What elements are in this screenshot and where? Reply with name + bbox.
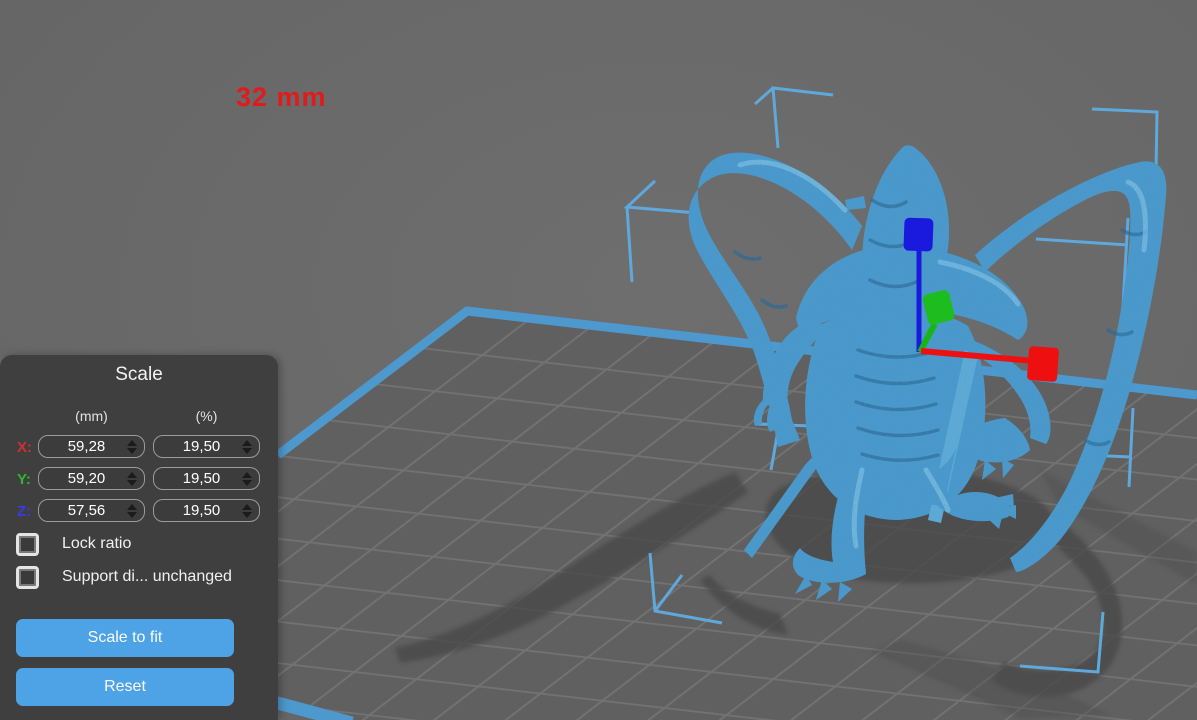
axis-label-z: Z: <box>17 503 31 520</box>
panel-title: Scale <box>0 364 278 386</box>
y-mm-stepper[interactable] <box>124 472 139 486</box>
spinner-up-icon[interactable] <box>127 472 137 478</box>
y-mm-input[interactable] <box>39 470 124 487</box>
slicer-3d-viewport[interactable]: 32 mm Scale (mm) (%) X: <box>0 0 1197 720</box>
scale-row-x: X: <box>0 435 278 460</box>
z-mm-field[interactable] <box>38 499 145 522</box>
y-percent-stepper[interactable] <box>239 472 254 486</box>
spinner-down-icon[interactable] <box>242 448 252 454</box>
axis-label-x: X: <box>17 439 32 456</box>
support-diameter-label: Support di... unchanged <box>62 568 232 586</box>
lock-ratio-row: Lock ratio <box>0 532 278 558</box>
spinner-up-icon[interactable] <box>242 472 252 478</box>
spinner-up-icon[interactable] <box>127 440 137 446</box>
bracket-top-center <box>755 88 833 148</box>
scale-row-y: Y: <box>0 467 278 492</box>
column-header-percent: (%) <box>153 408 260 424</box>
x-percent-input[interactable] <box>154 438 239 455</box>
y-mm-field[interactable] <box>38 467 145 490</box>
y-percent-input[interactable] <box>154 470 239 487</box>
spinner-up-icon[interactable] <box>242 504 252 510</box>
support-diameter-checkbox[interactable] <box>16 566 39 589</box>
gizmo-x-handle[interactable] <box>1027 346 1059 382</box>
scale-panel: Scale (mm) (%) X: Y: <box>0 355 278 720</box>
spinner-down-icon[interactable] <box>127 512 137 518</box>
bracket-upper-left <box>627 181 697 282</box>
z-percent-field[interactable] <box>153 499 260 522</box>
spinner-down-icon[interactable] <box>127 480 137 486</box>
lock-ratio-label: Lock ratio <box>62 535 131 553</box>
spinner-up-icon[interactable] <box>127 504 137 510</box>
z-mm-stepper[interactable] <box>124 504 139 518</box>
bracket-right-mid <box>1036 218 1128 323</box>
spinner-up-icon[interactable] <box>242 440 252 446</box>
x-mm-field[interactable] <box>38 435 145 458</box>
column-header-mm: (mm) <box>38 408 145 424</box>
z-percent-input[interactable] <box>154 502 239 519</box>
lock-ratio-checkbox[interactable] <box>16 533 39 556</box>
axis-label-y: Y: <box>17 471 31 488</box>
x-mm-input[interactable] <box>39 438 124 455</box>
spinner-down-icon[interactable] <box>127 448 137 454</box>
z-percent-stepper[interactable] <box>239 504 254 518</box>
scale-to-fit-button[interactable]: Scale to fit <box>16 619 234 657</box>
spinner-down-icon[interactable] <box>242 512 252 518</box>
model-size-label: 32 mm <box>236 82 327 113</box>
x-percent-field[interactable] <box>153 435 260 458</box>
z-mm-input[interactable] <box>39 502 124 519</box>
reset-button[interactable]: Reset <box>16 668 234 706</box>
support-diameter-row: Support di... unchanged <box>0 565 278 591</box>
spinner-down-icon[interactable] <box>242 480 252 486</box>
gizmo-z-handle[interactable] <box>903 218 933 252</box>
x-mm-stepper[interactable] <box>124 440 139 454</box>
scale-row-z: Z: <box>0 499 278 524</box>
y-percent-field[interactable] <box>153 467 260 490</box>
x-percent-stepper[interactable] <box>239 440 254 454</box>
